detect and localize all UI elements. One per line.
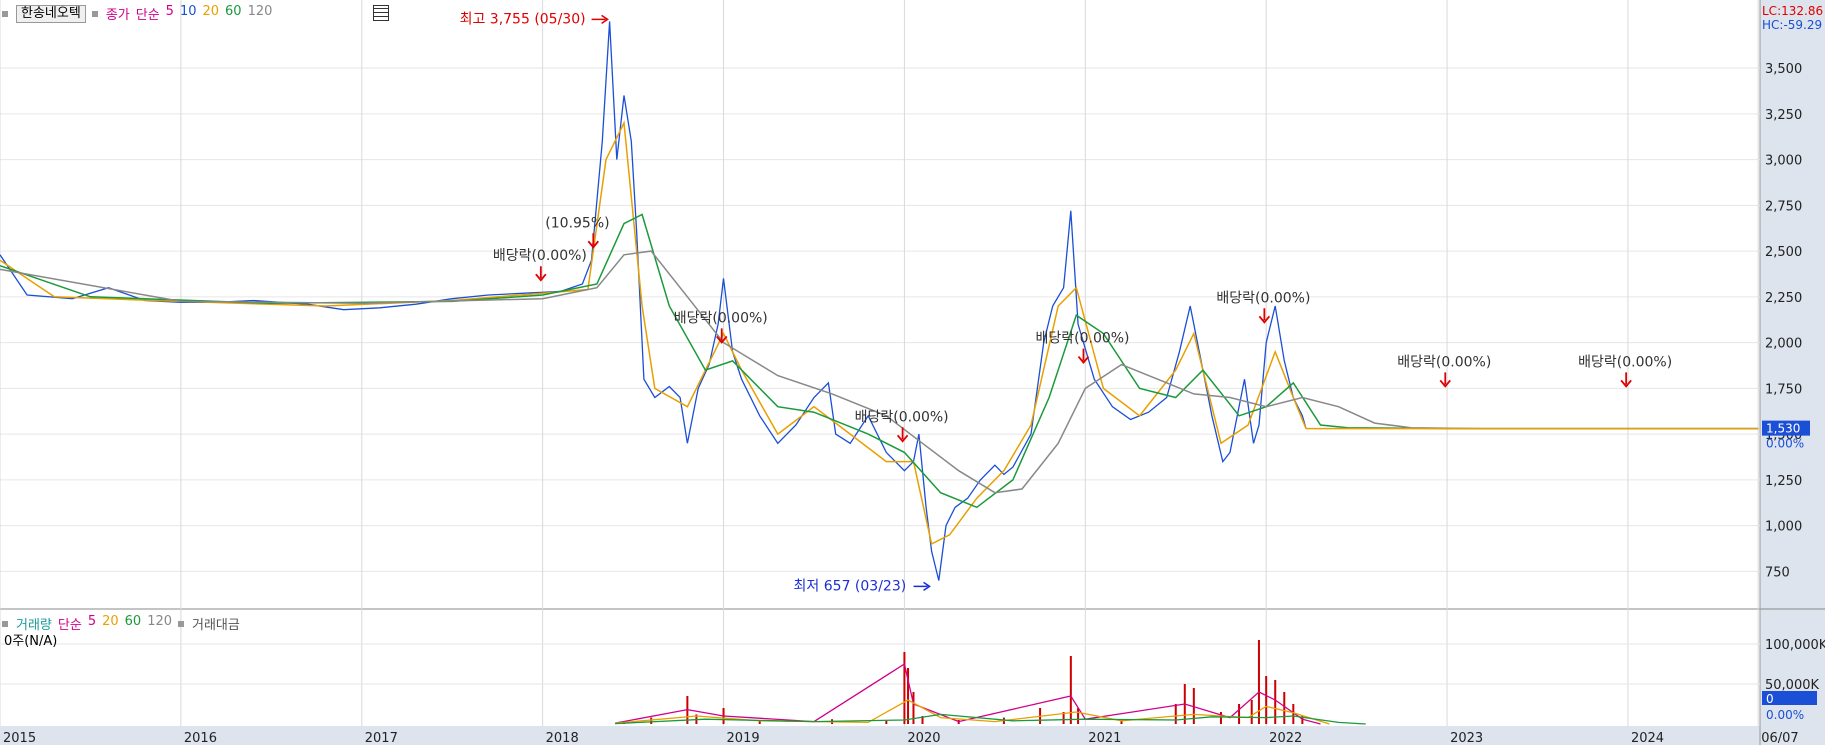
- price-legend-item-4[interactable]: 20: [202, 4, 219, 23]
- current-volume-label: 0: [1766, 692, 1774, 706]
- volume-bar: [903, 652, 906, 724]
- x-tick-label: 2023: [1450, 731, 1483, 745]
- dividend-annotation: (10.95%): [545, 215, 609, 231]
- volume-bar: [1283, 692, 1286, 724]
- dividend-annotation: 배당락(0.00%): [1578, 354, 1672, 370]
- lc-label: LC:132.86: [1762, 4, 1824, 18]
- volume-legend-item-1[interactable]: 단순: [58, 614, 82, 633]
- max-price-annotation: 최고 3,755 (05/30): [460, 11, 586, 27]
- price-tick-label: 1,000: [1765, 520, 1802, 535]
- price-tick-label: 2,250: [1765, 291, 1802, 306]
- volume-bar: [1265, 676, 1268, 724]
- volume-bar: [650, 717, 653, 724]
- x-tick-label: 2020: [907, 731, 940, 745]
- chart-background: [0, 0, 1825, 745]
- x-tick-label: 2024: [1631, 731, 1664, 745]
- price-tick-label: 2,500: [1765, 245, 1802, 260]
- calendar-icon[interactable]: [373, 5, 389, 21]
- volume-legend-item-4[interactable]: 60: [125, 614, 142, 633]
- dividend-annotation: 배당락(0.00%): [493, 248, 587, 264]
- min-price-annotation: 최저 657 (03/23): [794, 578, 907, 594]
- x-tick-label: 2018: [546, 731, 579, 745]
- price-tick-label: 1,250: [1765, 474, 1802, 489]
- dividend-annotation: 배당락(0.00%): [674, 310, 768, 326]
- current-price-label: 1,530: [1766, 422, 1800, 436]
- price-legend-item-2[interactable]: 5: [166, 4, 174, 23]
- volume-tick-label: 100,000K: [1765, 638, 1825, 653]
- price-legend-item-1[interactable]: 단순: [136, 4, 160, 23]
- dividend-annotation: 배당락(0.00%): [1216, 290, 1310, 306]
- volume-bar: [1077, 708, 1080, 724]
- x-tick-label: 06/07: [1761, 731, 1798, 745]
- dividend-annotation: 배당락(0.00%): [1397, 354, 1491, 370]
- volume-na-text: 0주(N/A): [4, 634, 58, 649]
- volume-bar: [1250, 700, 1253, 724]
- legend-marker-icon: [2, 620, 8, 627]
- volume-legend-item-2[interactable]: 5: [88, 614, 96, 633]
- x-tick-label: 2021: [1088, 731, 1121, 745]
- price-legend-item-0[interactable]: 종가: [106, 4, 130, 23]
- price-legend-item-5[interactable]: 60: [225, 4, 242, 23]
- volume-legend-item-5[interactable]: 120: [147, 614, 172, 633]
- volume-bar: [885, 720, 888, 724]
- current-volume-pct: 0.00%: [1766, 708, 1804, 722]
- volume-bar: [1174, 704, 1177, 724]
- price-legend: 한송네오텍 종가 단순 5 10 20 60 120: [2, 4, 272, 23]
- dividend-annotation: 배당락(0.00%): [855, 409, 949, 425]
- legend-marker-icon: [178, 620, 185, 627]
- x-tick-label: 2019: [727, 731, 760, 745]
- x-tick-label: 2022: [1269, 731, 1302, 745]
- price-tick-label: 750: [1765, 565, 1790, 580]
- dividend-annotation: 배당락(0.00%): [1035, 331, 1129, 347]
- legend-marker-icon: [91, 10, 98, 17]
- price-tick-label: 1,750: [1765, 382, 1802, 397]
- price-tick-label: 2,750: [1765, 199, 1802, 214]
- x-tick-label: 2015: [3, 731, 36, 745]
- price-tick-label: 2,000: [1765, 337, 1802, 352]
- hc-label: HC:-59.29: [1762, 18, 1823, 32]
- price-legend-item-6[interactable]: 120: [248, 4, 273, 23]
- stock-name-box[interactable]: 한송네오텍: [16, 4, 86, 23]
- legend-marker-icon: [2, 10, 8, 17]
- price-tick-label: 3,500: [1765, 62, 1802, 77]
- price-legend-items[interactable]: 종가 단순 5 10 20 60 120: [106, 4, 273, 23]
- volume-tick-label: 50,000K: [1765, 678, 1819, 693]
- volume-bar: [1238, 704, 1241, 724]
- price-tick-label: 3,250: [1765, 108, 1802, 123]
- volume-bar: [1069, 656, 1072, 724]
- x-tick-label: 2016: [184, 731, 217, 745]
- volume-bar: [1219, 712, 1222, 724]
- x-tick-label: 2017: [365, 731, 398, 745]
- volume-legend-item-3[interactable]: 20: [102, 614, 119, 633]
- price-tick-label: 3,000: [1765, 154, 1802, 169]
- price-legend-item-3[interactable]: 10: [180, 4, 197, 23]
- current-price-pct: 0.00%: [1766, 437, 1804, 451]
- stock-chart: 7501,0001,2501,5001,7502,0002,2502,5002,…: [0, 0, 1825, 745]
- trading-amount-label[interactable]: 거래대금: [192, 614, 240, 633]
